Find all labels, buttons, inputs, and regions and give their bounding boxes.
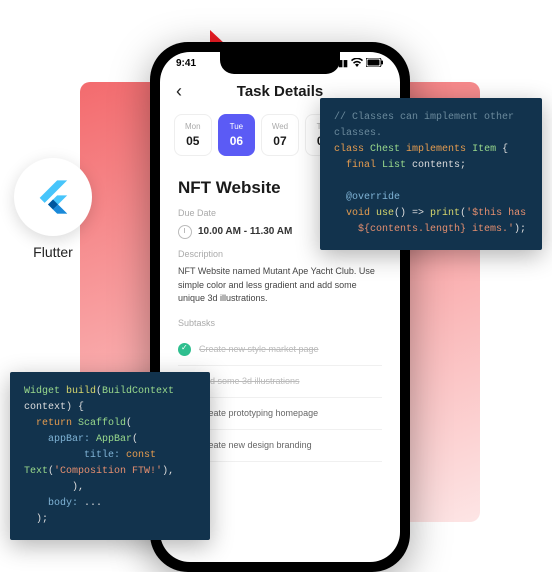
day-number: 07 xyxy=(264,134,296,148)
flutter-icon xyxy=(33,177,73,217)
day-name: Tue xyxy=(221,122,253,131)
subtask-text: Add some 3d illustrations xyxy=(199,376,300,386)
subtasks-label: Subtasks xyxy=(178,318,382,328)
flutter-label: Flutter xyxy=(14,244,92,260)
due-time: 10.00 AM - 11.30 AM xyxy=(198,226,292,237)
day-cell[interactable]: Wed 07 xyxy=(261,114,299,156)
day-number: 06 xyxy=(221,134,253,148)
code-snippet-bottom: Widget build(BuildContext context) { ret… xyxy=(10,372,210,540)
status-time: 9:41 xyxy=(176,58,196,69)
day-name: Mon xyxy=(177,122,209,131)
back-button[interactable]: ‹ xyxy=(176,81,182,102)
battery-icon xyxy=(366,58,384,69)
flutter-badge: Flutter xyxy=(14,158,92,260)
subtask-text: Create new style market page xyxy=(199,344,319,354)
day-cell[interactable]: Tue 06 xyxy=(218,114,256,156)
phone-notch xyxy=(220,52,340,74)
subtask-text: Create new design branding xyxy=(199,440,312,450)
code-snippet-top: // Classes can implement other classes. … xyxy=(320,98,542,250)
page-title: Task Details xyxy=(237,83,323,100)
clock-icon xyxy=(178,225,192,239)
description-label: Description xyxy=(178,249,382,259)
day-cell[interactable]: Mon 05 xyxy=(174,114,212,156)
subtask-item[interactable]: Create new style market page xyxy=(178,334,382,366)
day-number: 05 xyxy=(177,134,209,148)
checkbox-icon[interactable] xyxy=(178,343,191,356)
subtask-text: Create prototyping homepage xyxy=(199,408,318,418)
description-text: NFT Website named Mutant Ape Yacht Club.… xyxy=(178,265,382,306)
flutter-logo-circle xyxy=(14,158,92,236)
day-name: Wed xyxy=(264,122,296,131)
wifi-icon xyxy=(351,58,363,69)
